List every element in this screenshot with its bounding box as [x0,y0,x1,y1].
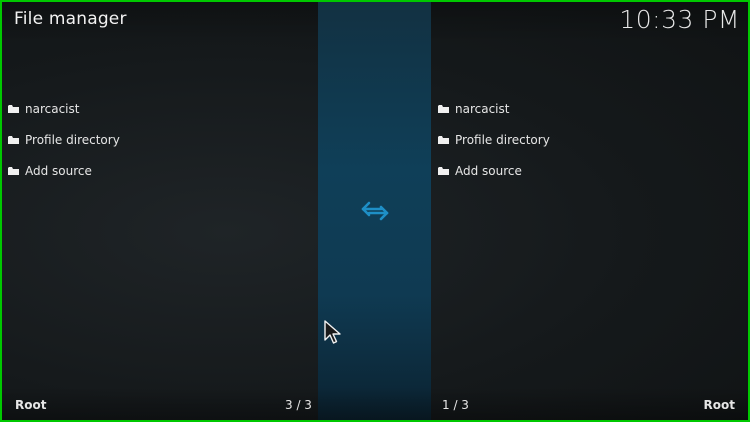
right-item-add-source[interactable]: Add source [434,156,734,187]
right-pane: narcacist Profile directory Add source [434,94,734,187]
item-label: narcacist [25,102,80,116]
right-footer-path: Root [703,398,735,412]
right-item-profile-directory[interactable]: Profile directory [434,125,734,156]
window-title: File manager [14,9,127,29]
left-item-add-source[interactable]: Add source [4,156,304,187]
item-label: narcacist [455,102,510,116]
folder-icon [438,136,449,144]
swap-arrows-icon[interactable] [361,200,389,222]
left-item-narcacist[interactable]: narcacist [4,94,304,125]
clock: 10:33 PM [619,5,740,34]
right-footer-count: 1 / 3 [442,398,469,412]
folder-icon [438,167,449,175]
folder-icon [8,105,19,113]
item-label: Profile directory [455,133,550,147]
item-label: Add source [25,164,92,178]
footer-bar [2,387,748,420]
left-footer-count: 3 / 3 [285,398,312,412]
folder-icon [8,136,19,144]
item-label: Profile directory [25,133,120,147]
left-footer-path: Root [15,398,47,412]
item-label: Add source [455,164,522,178]
folder-icon [438,105,449,113]
file-manager-screen: File manager 10:33 PM narcacist Profile … [2,2,748,420]
right-item-narcacist[interactable]: narcacist [434,94,734,125]
folder-icon [8,167,19,175]
left-pane: narcacist Profile directory Add source [4,94,304,187]
left-item-profile-directory[interactable]: Profile directory [4,125,304,156]
mouse-pointer-icon [324,320,341,344]
